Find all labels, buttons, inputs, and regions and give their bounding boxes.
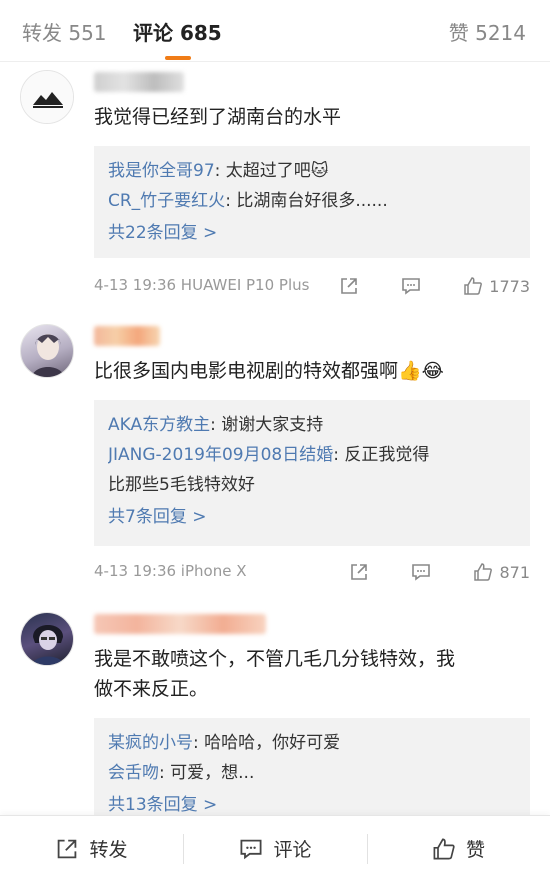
reply-line: 会舌吻: 可爱，想... <box>108 758 516 788</box>
reply-username[interactable]: 会舌吻 <box>108 763 159 783</box>
reply-line: CR_竹子要红火: 比湖南台好很多...... <box>108 186 516 216</box>
more-replies-link[interactable]: 共13条回复 > <box>108 788 516 815</box>
share-icon <box>58 839 77 858</box>
comment-item: 比很多国内电影电视剧的特效都强啊👍😂 AKA东方教主: 谢谢大家支持 JIANG… <box>0 318 550 598</box>
reply-preview-box[interactable]: 我是你全哥97: 太超过了吧🐱 CR_竹子要红火: 比湖南台好很多...... … <box>94 146 530 258</box>
reply-preview-box[interactable]: AKA东方教主: 谢谢大家支持 JIANG-2019年09月08日结婚: 反正我… <box>94 400 530 546</box>
like-label: 赞 <box>465 839 485 861</box>
comment-icon <box>240 839 262 859</box>
repost-button[interactable]: 转发 <box>0 816 183 880</box>
tab-like[interactable]: 赞 5214 <box>449 17 526 46</box>
avatar[interactable] <box>20 612 74 666</box>
reply-preview-box[interactable]: 某疯的小号: 哈哈哈，你好可爱 会舌吻: 可爱，想... 共13条回复 > <box>94 718 530 815</box>
timestamp-device: 4-13 19:36 iPhone X <box>94 562 247 580</box>
timestamp-device: 4-13 19:36 HUAWEI P10 Plus <box>94 276 310 294</box>
reply-line: 某疯的小号: 哈哈哈，你好可爱 <box>108 728 516 758</box>
comment-label: 评论 <box>273 839 312 861</box>
comment-item: 我觉得已经到了湖南台的水平 我是你全哥97: 太超过了吧🐱 CR_竹子要红火: … <box>0 62 550 312</box>
reply-username[interactable]: JIANG-2019年09月08日结婚 <box>108 445 333 465</box>
thumbs-up-icon <box>433 838 455 859</box>
thumbs-up-icon[interactable] <box>463 276 483 296</box>
share-icon[interactable] <box>339 276 359 296</box>
anime-avatar-image <box>31 334 65 377</box>
reply-text: : 谢谢大家支持 <box>210 415 324 435</box>
reply-line: AKA东方教主: 谢谢大家支持 <box>108 410 516 440</box>
reply-username[interactable]: AKA东方教主 <box>108 415 210 435</box>
comment-icon[interactable] <box>401 276 421 296</box>
reply-line-continued: 比那些5毛钱特效好 <box>108 475 255 495</box>
reply-text: : 比湖南台好很多...... <box>225 191 388 211</box>
repost-label: 转发 <box>89 839 128 861</box>
comment-tabs-header: 转发 551 评论 685 赞 5214 <box>0 0 550 62</box>
comment-text: 我觉得已经到了湖南台的水平 <box>94 106 342 128</box>
comment-text-line: 我是不敢喷这个，不管几毛几分钱特效，我 <box>94 648 456 670</box>
reply-text: : 可爱，想... <box>159 763 255 783</box>
comment-item: 我是不敢喷这个，不管几毛几分钱特效，我 做不来反正。 某疯的小号: 哈哈哈，你好… <box>0 606 550 815</box>
username-blurred[interactable] <box>94 614 266 634</box>
share-icon[interactable] <box>349 562 369 582</box>
like-button[interactable]: 赞 <box>367 816 550 880</box>
comment-text: 我是不敢喷这个，不管几毛几分钱特效，我 做不来反正。 <box>94 644 524 704</box>
bottom-action-bar: 转发 评论 赞 <box>0 815 550 880</box>
more-replies-link[interactable]: 共22条回复 > <box>108 216 516 250</box>
comment-button[interactable]: 评论 <box>184 816 367 880</box>
like-count: 871 <box>499 562 530 582</box>
comment-icon[interactable] <box>411 562 431 582</box>
like-count: 1773 <box>489 276 530 296</box>
reply-text: : 哈哈哈，你好可爱 <box>193 733 341 753</box>
reply-username[interactable]: 我是你全哥97 <box>108 161 215 181</box>
comment-text-line: 做不来反正。 <box>94 678 209 700</box>
tab-repost[interactable]: 转发 551 <box>22 17 107 46</box>
avatar[interactable] <box>20 324 74 378</box>
reply-line: 我是你全哥97: 太超过了吧🐱 <box>108 156 516 186</box>
reply-username[interactable]: CR_竹子要红火 <box>108 191 225 211</box>
username-blurred[interactable] <box>94 326 160 346</box>
comment-meta: 4-13 19:36 iPhone X 871 <box>94 560 530 584</box>
active-tab-indicator <box>165 56 191 60</box>
comment-text: 比很多国内电影电视剧的特效都强啊👍😂 <box>94 360 444 382</box>
more-replies-link[interactable]: 共7条回复 > <box>108 500 516 534</box>
username-blurred[interactable] <box>94 72 184 92</box>
reply-line: JIANG-2019年09月08日结婚: 反正我觉得 <box>108 440 516 470</box>
anime-avatar-image <box>31 625 65 665</box>
reply-text: : 反正我觉得 <box>333 445 430 465</box>
reply-username[interactable]: 某疯的小号 <box>108 733 193 753</box>
comment-meta: 4-13 19:36 HUAWEI P10 Plus 1773 <box>94 274 530 298</box>
reply-text: : 太超过了吧🐱 <box>214 161 329 181</box>
thumbs-up-icon[interactable] <box>473 562 493 582</box>
mountain-logo-icon <box>21 71 73 123</box>
avatar[interactable] <box>20 70 74 124</box>
